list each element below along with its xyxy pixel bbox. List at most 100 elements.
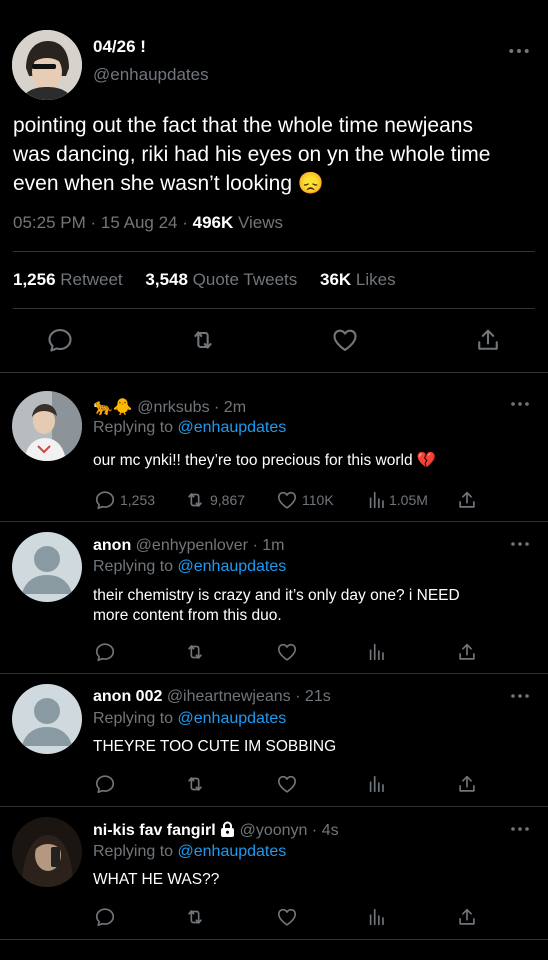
likes-label[interactable]: Likes: [356, 270, 396, 289]
reply-icon[interactable]: [94, 772, 116, 796]
divider: [13, 251, 535, 252]
reply-text-line: their chemistry is crazy and it’s only d…: [93, 587, 460, 604]
heart-icon: [276, 489, 298, 511]
share-icon[interactable]: [456, 905, 478, 929]
display-name[interactable]: anon 002: [93, 688, 162, 705]
views-icon[interactable]: [366, 772, 388, 796]
share-icon: [456, 489, 478, 511]
reply-header: ni-kis fav fangirl @yoonyn · 4s: [93, 821, 339, 840]
replying-to: Replying to @enhaupdates: [93, 419, 286, 437]
avatar[interactable]: [12, 30, 82, 100]
likes-count[interactable]: 36K: [320, 270, 351, 289]
separator: ·: [295, 688, 301, 705]
reply-time[interactable]: 21s: [305, 688, 331, 705]
replying-to: Replying to @enhaupdates: [93, 558, 286, 576]
views-icon: [366, 489, 388, 511]
tweet-text-line: even when she wasn’t looking 😞: [13, 172, 324, 195]
retweet-icon[interactable]: [184, 640, 206, 664]
retweet-icon[interactable]: [184, 772, 206, 796]
reply-icon[interactable]: [46, 326, 74, 354]
like-count: 110K: [302, 492, 334, 508]
retweet-count: 9,867: [210, 492, 246, 508]
tweet-text-line: pointing out the fact that the whole tim…: [13, 114, 473, 137]
views-action[interactable]: 1.05M: [366, 488, 428, 512]
handle[interactable]: @enhaupdates: [93, 65, 209, 85]
avatar[interactable]: [12, 684, 82, 754]
tweet-text: pointing out the fact that the whole tim…: [13, 111, 533, 198]
replying-to: Replying to @enhaupdates: [93, 843, 286, 861]
replying-handle[interactable]: @enhaupdates: [178, 558, 287, 575]
tweet-text-line: was dancing, riki had his eyes on yn the…: [13, 143, 491, 166]
more-icon[interactable]: [510, 539, 530, 549]
replying-handle[interactable]: @enhaupdates: [178, 710, 287, 727]
handle[interactable]: @nrksubs: [137, 399, 209, 416]
replying-to: Replying to @enhaupdates: [93, 710, 286, 728]
retweets-label[interactable]: Retweet: [60, 270, 122, 289]
divider: [0, 939, 548, 940]
reply-time[interactable]: 1m: [262, 537, 284, 554]
like-action[interactable]: 110K: [276, 488, 334, 512]
replying-handle[interactable]: @enhaupdates: [178, 419, 287, 436]
reply-icon[interactable]: [94, 640, 116, 664]
share-icon[interactable]: [456, 640, 478, 664]
avatar[interactable]: [12, 817, 82, 887]
replying-label: Replying to: [93, 710, 174, 727]
retweet-icon[interactable]: [189, 326, 217, 354]
main-tweet: 04/26 ! @enhaupdates pointing out the fa…: [0, 0, 548, 372]
replying-label: Replying to: [93, 419, 174, 436]
more-icon[interactable]: [510, 399, 530, 409]
retweet-action[interactable]: 9,867: [184, 488, 245, 512]
avatar[interactable]: [12, 532, 82, 602]
display-name[interactable]: anon: [93, 537, 131, 554]
reply-tweet: ni-kis fav fangirl @yoonyn · 4s Replying…: [0, 807, 548, 939]
quotes-count[interactable]: 3,548: [145, 270, 188, 289]
tweet-meta: 05:25 PM · 15 Aug 24 · 496K Views: [13, 213, 283, 233]
reply-header: anon @enhypenlover · 1m: [93, 537, 284, 555]
reply-text: WHAT HE WAS??: [93, 871, 220, 888]
reply-icon[interactable]: [94, 905, 116, 929]
heart-icon[interactable]: [331, 326, 359, 354]
replying-label: Replying to: [93, 558, 174, 575]
reply-tweet: anon 002 @iheartnewjeans · 21s Replying …: [0, 674, 548, 806]
reply-time[interactable]: 4s: [322, 822, 339, 839]
share-icon[interactable]: [474, 326, 502, 354]
separator: ·: [90, 213, 97, 232]
view-count: 1.05M: [389, 492, 428, 508]
heart-icon[interactable]: [276, 905, 298, 929]
views-icon[interactable]: [366, 640, 388, 664]
views-label: Views: [238, 213, 284, 232]
handle[interactable]: @iheartnewjeans: [167, 688, 291, 705]
display-name[interactable]: 04/26 !: [93, 37, 146, 57]
more-icon[interactable]: [510, 691, 530, 701]
avatar[interactable]: [12, 391, 82, 461]
more-icon[interactable]: [510, 824, 530, 834]
handle[interactable]: @yoonyn: [240, 822, 308, 839]
replying-handle[interactable]: @enhaupdates: [178, 843, 287, 860]
tweet-date[interactable]: 15 Aug 24: [101, 213, 178, 232]
separator: ·: [182, 213, 188, 232]
share-icon[interactable]: [456, 772, 478, 796]
reply-action[interactable]: 1,253: [94, 488, 155, 512]
share-action[interactable]: [456, 488, 478, 512]
handle[interactable]: @enhypenlover: [136, 537, 248, 554]
lock-icon: [221, 821, 235, 837]
more-icon[interactable]: [508, 44, 530, 58]
views-count: 496K: [192, 213, 234, 232]
tweet-stats: 1,256 Retweet 3,548 Quote Tweets 36K Lik…: [13, 270, 396, 290]
divider: [13, 308, 535, 309]
retweet-icon[interactable]: [184, 905, 206, 929]
name-emoji: 🐆🐥: [93, 399, 133, 416]
reply-header: 🐆🐥 @nrksubs · 2m: [93, 397, 246, 417]
views-icon[interactable]: [366, 905, 388, 929]
separator: ·: [252, 537, 258, 554]
heart-icon[interactable]: [276, 640, 298, 664]
replying-label: Replying to: [93, 843, 174, 860]
tweet-time[interactable]: 05:25 PM: [13, 213, 86, 232]
heart-icon[interactable]: [276, 772, 298, 796]
reply-time[interactable]: 2m: [224, 399, 246, 416]
retweets-count[interactable]: 1,256: [13, 270, 56, 289]
display-name[interactable]: ni-kis fav fangirl: [93, 822, 216, 839]
reply-text: their chemistry is crazy and it’s only d…: [93, 586, 533, 626]
reply-tweet: anon @enhypenlover · 1m Replying to @enh…: [0, 522, 548, 673]
quotes-label[interactable]: Quote Tweets: [193, 270, 298, 289]
